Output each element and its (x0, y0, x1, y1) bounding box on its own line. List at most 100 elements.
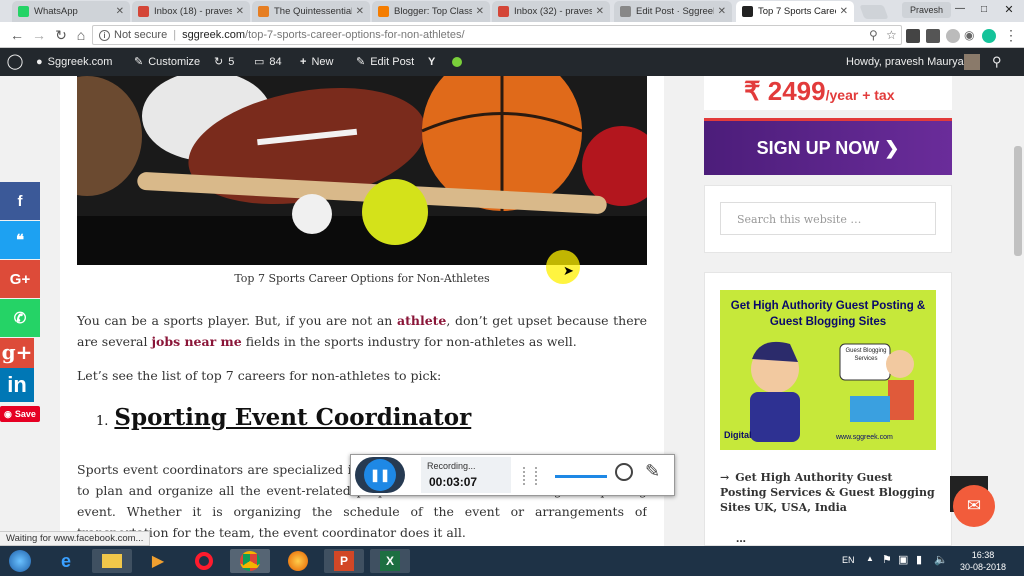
heading-text: Sporting Event Coordinator (114, 404, 472, 431)
camera-icon[interactable]: ◉ (964, 28, 974, 42)
taskbar-explorer[interactable] (92, 549, 132, 573)
recorder-pause-button[interactable]: ❚❚ (355, 457, 405, 493)
yoast-icon[interactable]: Y (428, 48, 435, 76)
tab-close-icon[interactable]: ✕ (356, 6, 364, 17)
tab-close-icon[interactable]: ✕ (476, 6, 484, 17)
tab-close-icon[interactable]: ✕ (596, 6, 604, 17)
admin-search-icon[interactable]: ⚲ (992, 48, 1002, 76)
gmail-icon (138, 6, 149, 17)
audio-level-icon (523, 467, 537, 485)
clock-date: 30-08-2018 (959, 562, 1007, 572)
share-whatsapp-button[interactable]: ✆ (0, 299, 40, 337)
featured-image (77, 76, 647, 265)
share-linkedin-button[interactable]: in (0, 368, 34, 402)
chat-bubble-button[interactable]: ✉ (953, 485, 995, 527)
webcam-icon[interactable] (615, 463, 633, 481)
extension-k-icon[interactable] (946, 29, 960, 43)
draw-pencil-icon[interactable]: ✎ (645, 461, 660, 482)
pause-icon: ❚❚ (364, 459, 396, 491)
tray-flag-icon[interactable]: ⚑ (882, 553, 892, 566)
minimize-button[interactable]: — (950, 2, 970, 18)
tray-up-arrow-icon[interactable]: ▲ (866, 554, 874, 563)
taskbar-opera[interactable] (184, 549, 224, 573)
info-icon[interactable]: i (99, 29, 110, 41)
tab-2[interactable]: Inbox (18) - pravesh ✕ (132, 1, 250, 22)
language-indicator[interactable]: EN (842, 555, 855, 565)
tab-6[interactable]: Edit Post · Sggreek ✕ (614, 1, 732, 22)
share-googleplus-button[interactable]: G+ (0, 260, 40, 298)
admin-edit-post-link[interactable]: ✎ Edit Post (356, 48, 414, 76)
new-tab-button[interactable] (859, 5, 889, 19)
zoom-icon[interactable]: ⚲ (869, 26, 878, 44)
back-arrow-icon[interactable]: ← (8, 26, 26, 44)
admin-site-link[interactable]: ● Sggreek.com (36, 48, 112, 76)
avatar[interactable] (964, 54, 980, 70)
page-scrollbar[interactable] (1012, 76, 1024, 546)
guest-posting-link[interactable]: → Get High Authority Guest Posting Servic… (720, 470, 936, 515)
tab-close-icon[interactable]: ✕ (236, 6, 244, 17)
clock[interactable]: 16:38 30-08-2018 (958, 549, 1008, 573)
bookmark-star-icon[interactable]: ☆ (886, 26, 897, 44)
admin-howdy[interactable]: Howdy, pravesh Maurya (846, 48, 964, 76)
tab-7[interactable]: Top 7 Sports Career ✕ (736, 1, 854, 22)
wordpress-logo-icon[interactable]: ◯ (6, 48, 24, 76)
whatsapp-icon (18, 6, 29, 17)
menu-dots-icon[interactable]: ⋮ (1004, 27, 1018, 44)
security-label: Not secure (114, 29, 168, 41)
tab-1[interactable]: WhatsApp ✕ (12, 1, 130, 22)
admin-new-link[interactable]: + New (300, 48, 333, 76)
mouse-cursor-icon: ➤ (563, 263, 574, 278)
tab-strip: WhatsApp ✕ Inbox (18) - pravesh ✕ The Quinte… (0, 0, 1024, 22)
windows-taskbar: e ▶ P X EN ▲ ⚑ ▣ ▮ 🔈 16:38 30-08-2018 (0, 546, 1024, 576)
taskbar-firefox[interactable] (278, 549, 318, 573)
media-player-icon: ▶ (151, 553, 165, 570)
tray-monitor-icon[interactable]: ▣ (898, 553, 908, 566)
taskbar-chrome[interactable] (230, 549, 270, 573)
share-facebook-button[interactable]: f (0, 182, 40, 220)
reload-icon[interactable]: ↻ (52, 26, 70, 44)
list-intro-paragraph: Let’s see the list of top 7 careers for … (77, 368, 442, 383)
tab-4[interactable]: Blogger: Top Class ✕ (372, 1, 490, 22)
tab-3[interactable]: The Quintessential ✕ (252, 1, 370, 22)
share-twitter-button[interactable]: ❝ (0, 221, 40, 259)
athlete-link[interactable]: athlete (397, 313, 446, 328)
extension-a-icon[interactable] (906, 29, 920, 43)
tab-label: Top 7 Sports Career (758, 6, 836, 17)
scrollbar-thumb[interactable] (1014, 146, 1022, 256)
guest-posting-banner[interactable]: Get High Authority Guest Posting & Guest… (720, 290, 936, 450)
tab-label: Inbox (32) - pravesh (514, 6, 592, 17)
share-googleplus-button[interactable]: g+ (0, 338, 34, 368)
forward-arrow-icon[interactable]: → (30, 26, 48, 44)
taskbar-powerpoint[interactable]: P (324, 549, 364, 573)
home-icon[interactable]: ⌂ (72, 26, 90, 44)
volume-slider[interactable] (555, 475, 607, 478)
powerpoint-icon: P (334, 551, 354, 571)
price-text: ₹ 2499/year + tax (744, 76, 895, 106)
tab-close-icon[interactable]: ✕ (840, 6, 848, 17)
tab-close-icon[interactable]: ✕ (718, 6, 726, 17)
admin-updates-link[interactable]: ↻ 5 (214, 48, 234, 76)
start-button[interactable] (2, 549, 38, 573)
taskbar-media-player[interactable]: ▶ (138, 549, 178, 573)
tray-volume-icon[interactable]: 🔈 (934, 553, 948, 566)
admin-comments-link[interactable]: ▭ 84 (254, 48, 282, 76)
signup-button[interactable]: SIGN UP NOW ❯ (704, 118, 952, 175)
extension-b-icon[interactable] (926, 29, 940, 43)
url-bar[interactable]: i Not secure | sggreek.com/top-7-sports-car… (92, 25, 902, 45)
grammarly-icon[interactable] (982, 29, 996, 43)
sidebar-search-input[interactable]: Search this website … (720, 202, 936, 235)
url-path: /top-7-sports-career-options-for-non-ath… (245, 29, 465, 41)
taskbar-excel[interactable]: X (370, 549, 410, 573)
heading-number: 1. (96, 414, 109, 429)
pinterest-save-button[interactable]: ◉ Save (0, 406, 40, 422)
maximize-button[interactable]: □ (974, 2, 994, 18)
tab-close-icon[interactable]: ✕ (116, 6, 124, 17)
jobs-near-me-link[interactable]: jobs near me (151, 334, 241, 349)
tab-5[interactable]: Inbox (32) - pravesh ✕ (492, 1, 610, 22)
admin-customize-link[interactable]: ✎ Customize (134, 48, 200, 76)
tray-network-icon[interactable]: ▮ (916, 553, 922, 566)
recorder-status: Recording... (427, 461, 476, 471)
taskbar-ie[interactable]: e (46, 549, 86, 573)
close-window-button[interactable]: ✕ (998, 2, 1020, 18)
profile-chip[interactable]: Pravesh (902, 2, 952, 18)
